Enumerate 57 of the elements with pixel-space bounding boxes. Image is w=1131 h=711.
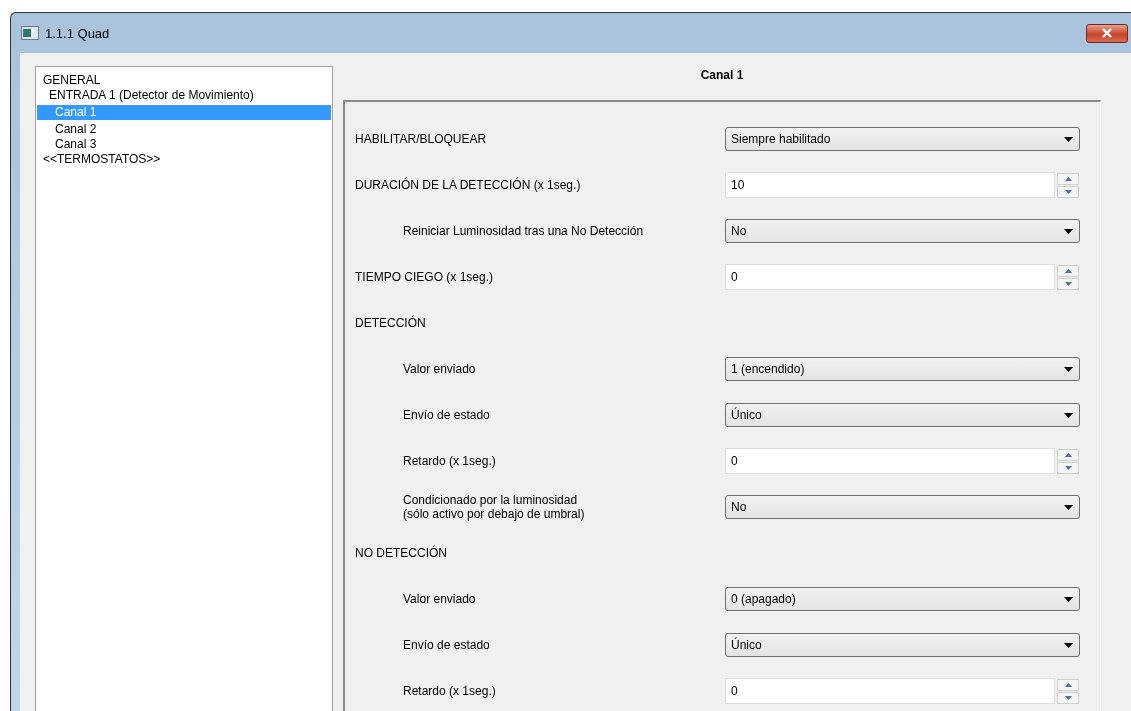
field-label: Valor enviado: [402, 362, 477, 376]
field-label: Condicionado por la luminosidad (sólo activo por debajo de umbral): [402, 493, 586, 521]
caret-icon: [1064, 228, 1073, 234]
tree-item[interactable]: Canal 2: [37, 122, 331, 137]
field-label: DURACIÓN DE LA DETECCIÓN (x 1seg.): [355, 178, 582, 192]
field-label: Reiniciar Luminosidad tras una No Detección: [402, 224, 645, 238]
spin-down-button[interactable]: [1057, 691, 1079, 704]
down-arrow-icon: [1064, 695, 1072, 700]
spin-down-button[interactable]: [1057, 461, 1079, 474]
up-arrow-icon: [1064, 176, 1072, 181]
down-arrow-icon: [1064, 281, 1072, 286]
down-arrow-icon: [1064, 465, 1072, 470]
caret-icon: [1064, 366, 1073, 372]
caret-icon: [1064, 412, 1073, 418]
down-arrow-icon: [1064, 189, 1072, 194]
caret-icon: [1064, 136, 1073, 142]
spin-down-button[interactable]: [1057, 185, 1079, 198]
number-field[interactable]: 10: [725, 172, 1055, 198]
caret-icon: [1064, 596, 1073, 602]
field-label: Retardo (x 1seg.): [402, 684, 497, 698]
number-field[interactable]: 0: [725, 448, 1055, 474]
up-arrow-icon: [1064, 268, 1072, 273]
spin-up-button[interactable]: [1057, 448, 1079, 461]
field-label: Retardo (x 1seg.): [402, 454, 497, 468]
number-field[interactable]: 0: [725, 678, 1055, 704]
tree-item[interactable]: Canal 3: [37, 137, 331, 152]
dropdown[interactable]: Único: [725, 633, 1080, 657]
close-icon: [1101, 28, 1113, 38]
dropdown[interactable]: Único: [725, 403, 1080, 427]
dropdown[interactable]: Siempre habilitado: [725, 127, 1080, 151]
field-label: Envío de estado: [402, 408, 491, 422]
number-field[interactable]: 0: [725, 264, 1055, 290]
dropdown[interactable]: No: [725, 495, 1080, 519]
caret-icon: [1064, 642, 1073, 648]
dropdown[interactable]: 0 (apagado): [725, 587, 1080, 611]
field-label: HABILITAR/BLOQUEAR: [355, 132, 488, 146]
spin-up-button[interactable]: [1057, 264, 1079, 277]
window-icon: [21, 26, 39, 40]
field-label: TIEMPO CIEGO (x 1seg.): [355, 270, 495, 284]
spin-up-button[interactable]: [1057, 172, 1079, 185]
dropdown[interactable]: No: [725, 219, 1080, 243]
caret-icon: [1064, 504, 1073, 510]
dropdown[interactable]: 1 (encendido): [725, 357, 1080, 381]
spin-down-button[interactable]: [1057, 277, 1079, 290]
window-title: 1.1.1 Quad: [45, 25, 111, 41]
tree-item[interactable]: <<TERMOSTATOS>>: [37, 152, 331, 167]
field-label: DETECCIÓN: [355, 316, 427, 330]
up-arrow-icon: [1064, 452, 1072, 457]
field-label: Valor enviado: [402, 592, 477, 606]
tree-item[interactable]: ENTRADA 1 (Detector de Movimiento): [37, 88, 331, 103]
field-label: Envío de estado: [402, 638, 491, 652]
field-label: NO DETECCIÓN: [355, 546, 448, 560]
close-button[interactable]: [1086, 23, 1128, 43]
tree-item[interactable]: GENERAL: [37, 73, 331, 88]
up-arrow-icon: [1064, 682, 1072, 687]
spin-up-button[interactable]: [1057, 678, 1079, 691]
panel-title: Canal 1: [699, 67, 745, 84]
